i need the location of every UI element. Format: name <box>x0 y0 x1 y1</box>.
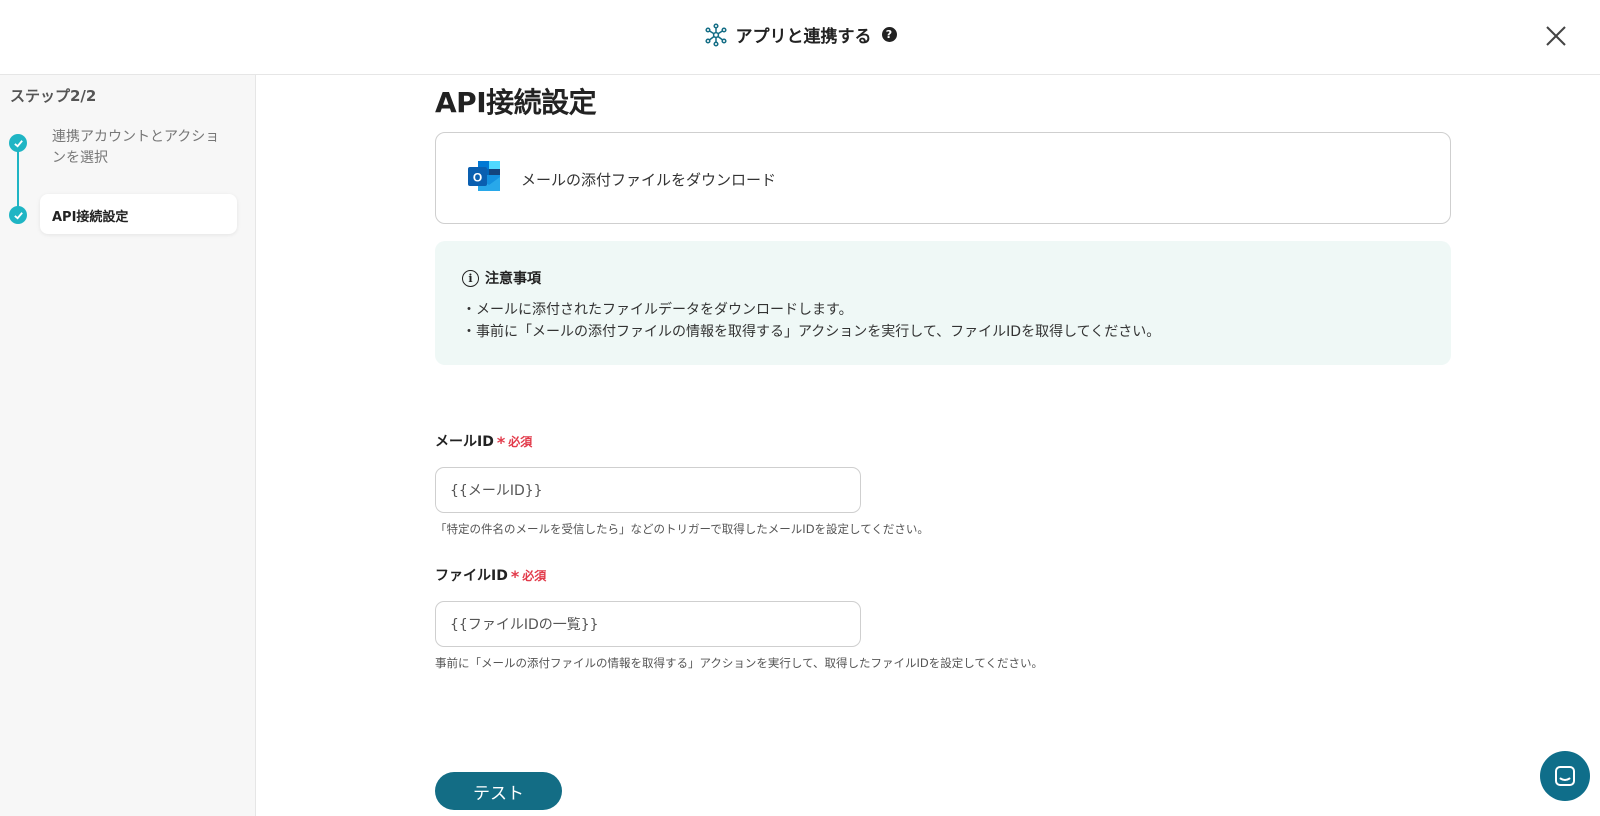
outlook-icon: O <box>468 161 500 191</box>
required-asterisk: * <box>496 433 506 452</box>
mail-id-hint: 「特定の件名のメールを受信したら」などのトリガーで取得したメールIDを設定してく… <box>435 522 929 536</box>
field-label-text: メールID <box>435 434 494 450</box>
question-circle-icon[interactable]: ? <box>881 27 897 42</box>
modal-header: アプリと連携する ? <box>0 0 1600 75</box>
info-icon: i <box>462 269 479 287</box>
step-item-select-action[interactable]: 連携アカウントとアクションを選択 <box>52 127 232 169</box>
step-sidebar: ステップ2/2 連携アカウントとアクションを選択 API接続設定 <box>0 75 256 816</box>
required-asterisk: * <box>510 567 520 586</box>
check-icon <box>9 206 27 224</box>
check-icon <box>9 134 27 152</box>
chat-support-button[interactable] <box>1540 751 1590 801</box>
required-text: 必須 <box>508 435 533 449</box>
action-card: O メールの添付ファイルをダウンロード <box>435 132 1451 224</box>
notice-title: 注意事項 <box>485 271 541 287</box>
stepper-connector <box>17 143 19 213</box>
modal-title-text: アプリと連携する <box>735 27 872 47</box>
step-count: ステップ2/2 <box>10 87 97 105</box>
notice-line: ・事前に「メールの添付ファイルの情報を取得する」アクションを実行して、ファイルI… <box>462 324 1161 340</box>
notice-box: i 注意事項 ・メールに添付されたファイルデータをダウンロードします。 ・事前に… <box>435 241 1451 365</box>
field-label-text: ファイルID <box>435 568 508 584</box>
step-item-label: API接続設定 <box>52 210 129 225</box>
file-id-input[interactable] <box>435 601 861 647</box>
mail-id-label: メールID * 必須 <box>435 431 533 452</box>
required-text: 必須 <box>522 569 547 583</box>
modal-title: アプリと連携する ? <box>0 22 1600 47</box>
notice-header: i 注意事項 <box>462 268 541 288</box>
close-button[interactable] <box>1542 22 1570 50</box>
file-id-hint: 事前に「メールの添付ファイルの情報を取得する」アクションを実行して、取得したファ… <box>435 656 1044 670</box>
action-name: メールの添付ファイルをダウンロード <box>521 171 777 189</box>
step-item-api-settings[interactable]: API接続設定 <box>40 194 237 234</box>
notice-line: ・メールに添付されたファイルデータをダウンロードします。 <box>462 302 853 318</box>
test-button[interactable]: テスト <box>435 772 562 810</box>
file-id-label: ファイルID * 必須 <box>435 565 547 586</box>
integration-hub-icon <box>704 22 727 47</box>
svg-text:O: O <box>473 171 482 185</box>
mail-id-input[interactable] <box>435 467 861 513</box>
chat-icon <box>1555 766 1575 786</box>
page-title: API接続設定 <box>435 86 597 119</box>
